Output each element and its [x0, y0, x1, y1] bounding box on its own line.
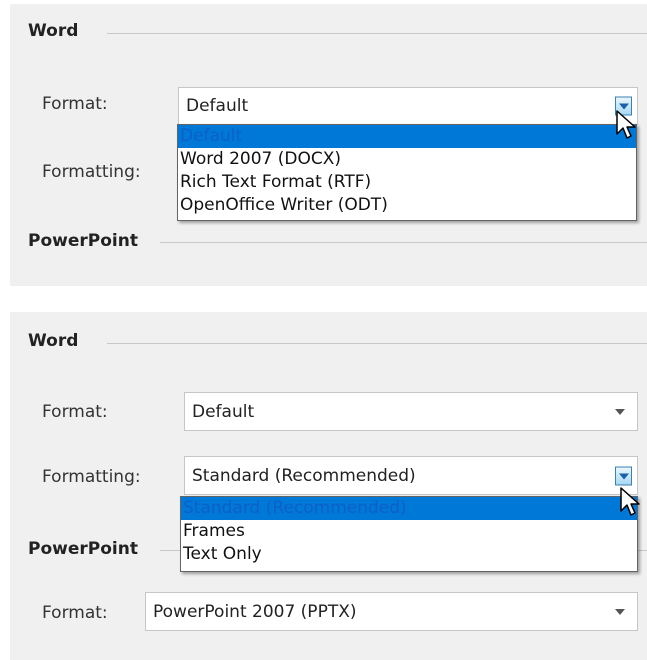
dropdown-arrow-icon[interactable]: [615, 408, 625, 415]
mouse-pointer-icon: [620, 487, 640, 516]
word-format-combobox[interactable]: Default: [184, 392, 638, 431]
dropdown-option-standard[interactable]: Standard (Recommended): [181, 497, 637, 520]
dropdown-option-docx[interactable]: Word 2007 (DOCX): [178, 148, 636, 171]
word-formatting-value: Standard (Recommended): [192, 465, 416, 486]
section-divider: [160, 242, 647, 243]
format-label: Format:: [42, 94, 108, 114]
section-header-powerpoint: PowerPoint: [28, 539, 138, 559]
powerpoint-format-label: Format:: [42, 603, 108, 623]
word-settings-panel-formatting-open: Word Format: Default Formatting: Standar…: [10, 312, 647, 660]
dropdown-option-rtf[interactable]: Rich Text Format (RTF): [178, 171, 636, 194]
word-formatting-dropdown-list[interactable]: Standard (Recommended) Frames Text Only: [180, 496, 638, 572]
word-format-dropdown-list[interactable]: Default Word 2007 (DOCX) Rich Text Forma…: [177, 124, 637, 221]
formatting-label: Formatting:: [42, 467, 141, 487]
word-settings-panel-format-open: Word Format: Default Formatting: PowerPo…: [10, 4, 647, 286]
word-format-value: Default: [192, 401, 255, 422]
powerpoint-format-value: PowerPoint 2007 (PPTX): [153, 601, 357, 622]
dropdown-arrow-icon[interactable]: [615, 608, 625, 615]
mouse-pointer-icon: [616, 110, 636, 139]
dropdown-option-text-only[interactable]: Text Only: [181, 543, 637, 566]
dropdown-option-frames[interactable]: Frames: [181, 520, 637, 543]
format-label: Format:: [42, 402, 108, 422]
section-divider: [107, 343, 647, 344]
dropdown-option-odt[interactable]: OpenOffice Writer (ODT): [178, 194, 636, 217]
section-header-powerpoint: PowerPoint: [28, 231, 138, 251]
dropdown-arrow-icon[interactable]: [615, 466, 632, 485]
powerpoint-format-combobox[interactable]: PowerPoint 2007 (PPTX): [145, 592, 638, 631]
word-format-value: Default: [186, 96, 249, 116]
dropdown-option-default[interactable]: Default: [178, 125, 636, 148]
section-divider: [107, 33, 647, 34]
section-header-word: Word: [28, 331, 79, 351]
formatting-label: Formatting:: [42, 162, 141, 182]
word-format-combobox[interactable]: Default: [178, 87, 638, 125]
section-header-word: Word: [28, 21, 79, 41]
word-formatting-combobox[interactable]: Standard (Recommended): [184, 456, 638, 495]
